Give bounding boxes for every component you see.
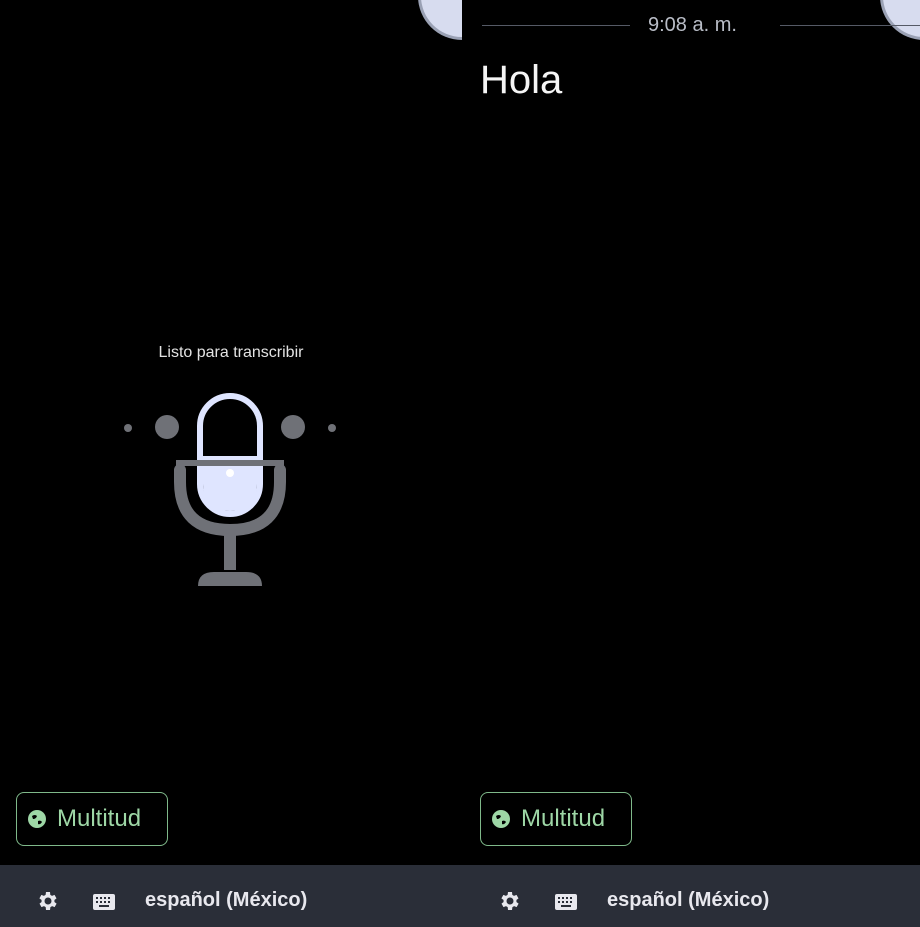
language-selector[interactable]: español (México): [145, 889, 307, 912]
timestamp: 9:08 a. m.: [648, 14, 737, 36]
gear-icon[interactable]: [498, 889, 522, 913]
timestamp-divider: 9:08 a. m.: [482, 14, 920, 38]
corner-bubble: [418, 0, 462, 40]
keyboard-icon[interactable]: [554, 893, 578, 911]
right-screen: 9:08 a. m. Hola Multitud español (México…: [462, 0, 920, 927]
transcript-text: Hola: [480, 58, 563, 102]
language-chip-label: Multitud: [57, 805, 142, 832]
divider-line: [482, 25, 630, 26]
level-dot: [124, 424, 132, 432]
level-dot: [328, 424, 336, 432]
level-dot: [155, 415, 179, 439]
bottom-bar: español (México): [0, 865, 462, 927]
bottom-bar: español (México): [462, 865, 920, 927]
gear-icon[interactable]: [36, 889, 60, 913]
globe-icon: [492, 810, 510, 828]
language-selector[interactable]: español (México): [607, 889, 769, 912]
language-chip[interactable]: Multitud: [16, 792, 168, 846]
language-chip-label: Multitud: [521, 805, 606, 832]
globe-icon: [28, 810, 46, 828]
keyboard-icon[interactable]: [92, 893, 116, 911]
language-chip[interactable]: Multitud: [480, 792, 632, 846]
status-text: Listo para transcribir: [158, 344, 304, 361]
left-screen: Listo para transcribir Multitud español …: [0, 0, 462, 927]
divider-line: [780, 25, 920, 26]
level-dot: [281, 415, 305, 439]
microphone-icon[interactable]: [110, 390, 350, 590]
